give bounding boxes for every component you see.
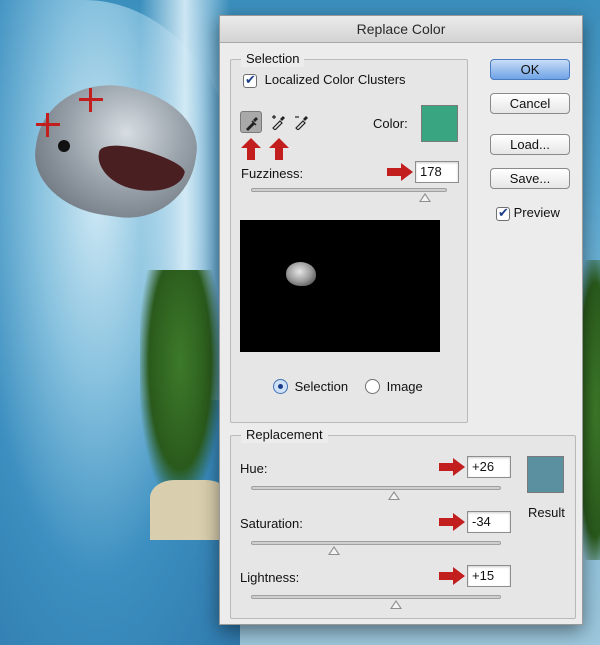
eyedropper-plus-icon bbox=[272, 115, 285, 130]
localized-clusters-label: Localized Color Clusters bbox=[264, 72, 406, 87]
view-option-image[interactable]: Image bbox=[365, 378, 423, 395]
hue-label: Hue: bbox=[240, 461, 268, 476]
lightness-slider-thumb[interactable] bbox=[390, 600, 402, 609]
saturation-slider-track[interactable] bbox=[251, 541, 501, 545]
saturation-input[interactable]: -34 bbox=[467, 511, 511, 533]
selection-legend: Selection bbox=[241, 51, 305, 67]
result-label: Result bbox=[528, 505, 565, 520]
selection-mask-blob bbox=[286, 262, 316, 286]
eyedropper-minus-icon bbox=[295, 116, 308, 130]
result-color-swatch[interactable] bbox=[527, 456, 564, 493]
hue-input[interactable]: +26 bbox=[467, 456, 511, 478]
save-button[interactable]: Save... bbox=[490, 168, 570, 189]
hue-slider-track[interactable] bbox=[251, 486, 501, 490]
hue-slider-thumb[interactable] bbox=[387, 491, 400, 500]
eyedropper-plus-tool-button[interactable] bbox=[268, 111, 290, 133]
image-radio[interactable] bbox=[365, 379, 380, 395]
replacement-group: Replacement Hue: +26 Saturation: -34 Lig… bbox=[230, 427, 576, 619]
annotation-arrow-right-icon bbox=[439, 458, 465, 476]
sample-crosshair-icon bbox=[79, 88, 103, 112]
annotation-arrow-right-icon bbox=[439, 513, 465, 531]
selected-color-swatch[interactable] bbox=[421, 105, 458, 142]
localized-clusters-checkbox[interactable] bbox=[243, 72, 257, 88]
replace-color-dialog: Replace Color Selection Localized Color … bbox=[219, 15, 583, 625]
lightness-input[interactable]: +15 bbox=[467, 565, 511, 587]
eyedropper-tool-button[interactable] bbox=[240, 111, 262, 133]
replacement-legend: Replacement bbox=[241, 427, 328, 443]
load-button[interactable]: Load... bbox=[490, 134, 570, 155]
annotation-arrow-up-icon bbox=[269, 138, 289, 160]
saturation-slider-thumb[interactable] bbox=[327, 546, 340, 555]
fuzziness-slider-track[interactable] bbox=[251, 188, 447, 192]
sample-crosshair-icon bbox=[36, 113, 60, 137]
fuzziness-slider-thumb[interactable] bbox=[419, 193, 432, 202]
annotation-arrow-right-icon bbox=[387, 163, 413, 181]
beach-sand bbox=[150, 480, 230, 540]
selection-group: Selection Localized Color Clusters bbox=[230, 51, 468, 423]
saturation-label: Saturation: bbox=[240, 516, 303, 531]
localized-clusters-row[interactable]: Localized Color Clusters bbox=[243, 72, 406, 88]
dialog-title: Replace Color bbox=[220, 16, 582, 43]
eyedropper-icon bbox=[246, 117, 258, 131]
preview-label: Preview bbox=[513, 205, 560, 220]
eyedropper-minus-tool-button[interactable] bbox=[291, 111, 313, 133]
lightness-label: Lightness: bbox=[240, 570, 300, 585]
dolphin-eye bbox=[58, 140, 70, 152]
annotation-arrow-right-icon bbox=[439, 567, 465, 585]
image-radio-label: Image bbox=[386, 379, 423, 395]
selection-preview bbox=[240, 220, 440, 352]
annotation-arrow-up-icon bbox=[241, 138, 261, 160]
selection-radio[interactable] bbox=[273, 379, 288, 395]
palm-trees bbox=[140, 270, 220, 500]
lightness-slider-track[interactable] bbox=[251, 595, 501, 599]
preview-checkbox[interactable] bbox=[496, 205, 510, 221]
preview-toggle[interactable]: Preview bbox=[496, 205, 560, 221]
color-label: Color: bbox=[373, 116, 408, 131]
fuzziness-input[interactable]: 178 bbox=[415, 161, 459, 183]
cancel-button[interactable]: Cancel bbox=[490, 93, 570, 114]
fuzziness-label: Fuzziness: bbox=[241, 166, 304, 181]
selection-radio-label: Selection bbox=[294, 379, 349, 395]
view-option-selection[interactable]: Selection bbox=[273, 378, 349, 395]
ok-button[interactable]: OK bbox=[490, 59, 570, 80]
